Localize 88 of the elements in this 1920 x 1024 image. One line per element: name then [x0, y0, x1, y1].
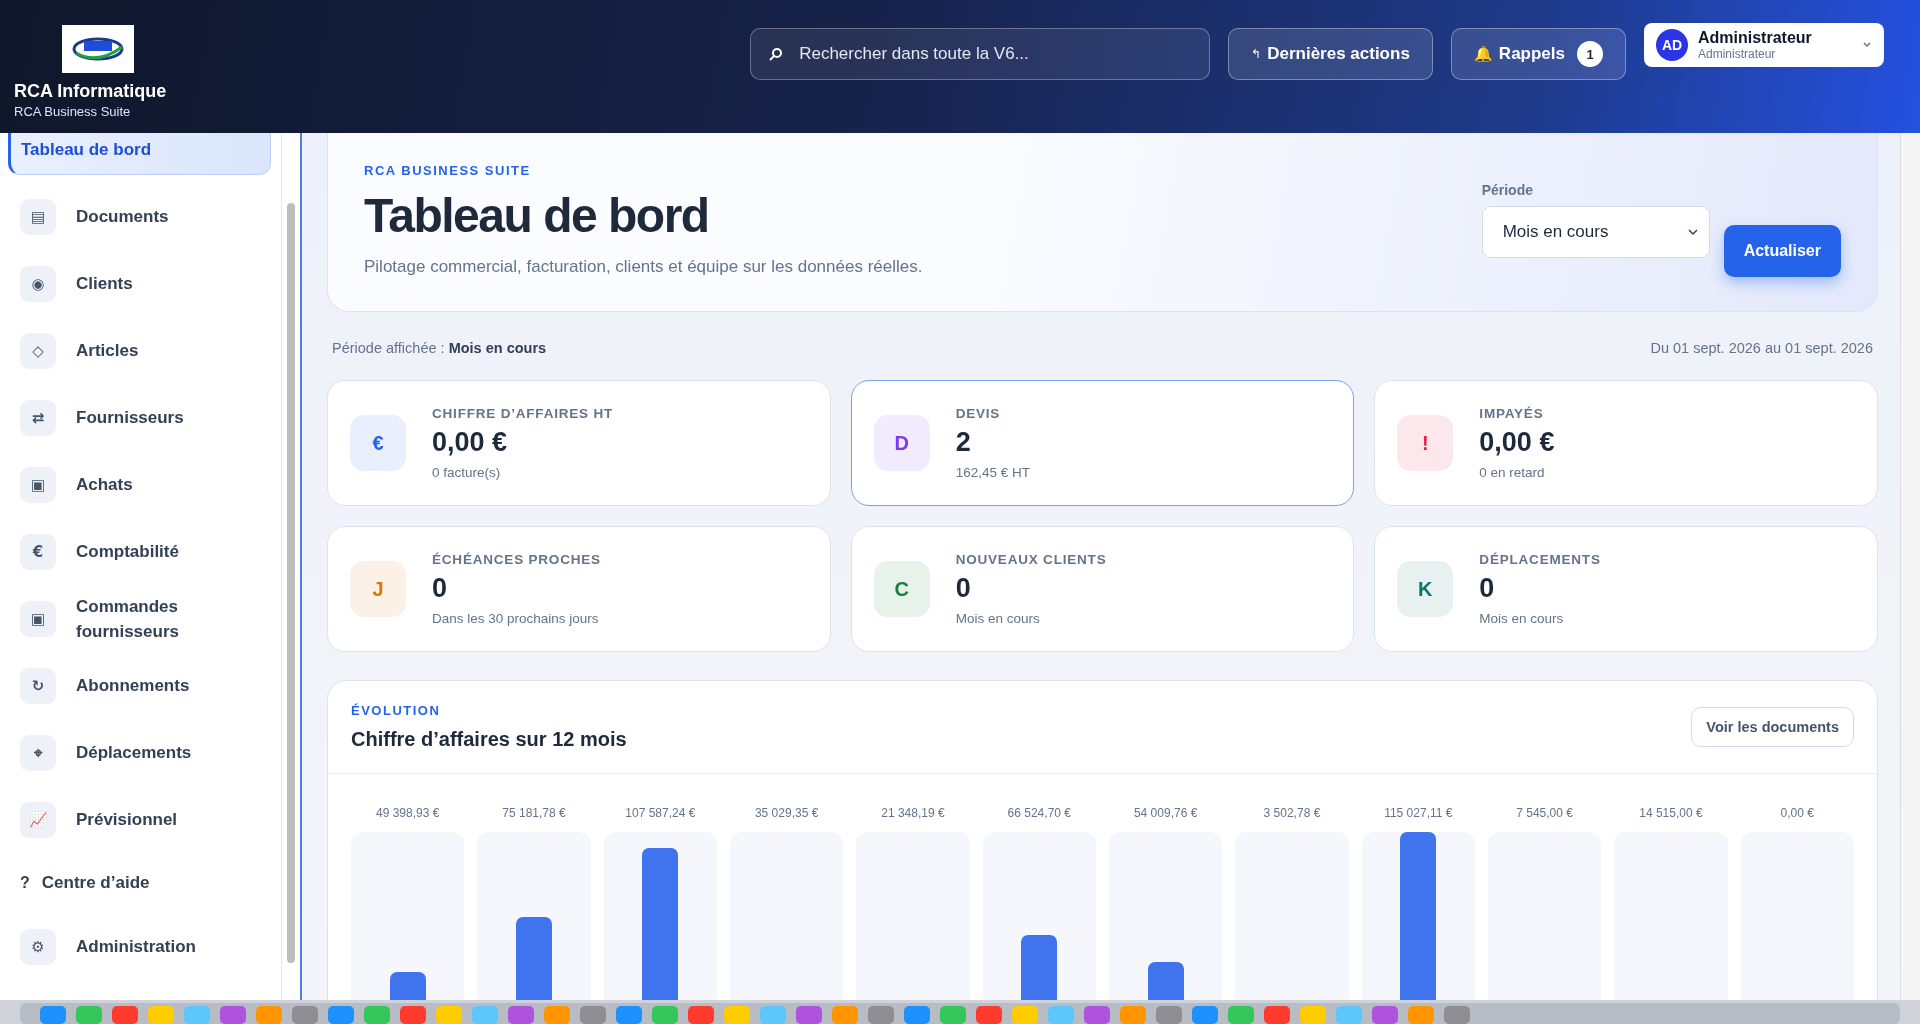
- value-label: 0,00 €: [1780, 806, 1814, 820]
- sidebar-icon: ⚙: [20, 928, 56, 965]
- reminders-button[interactable]: 🔔 Rappels 1: [1450, 28, 1626, 80]
- period-select[interactable]: Mois en cours: [1481, 206, 1710, 258]
- eyebrow-label: RCA BUSINESS SUITE: [364, 163, 532, 178]
- sidebar-item[interactable]: ⌖ Déplacements: [8, 719, 271, 786]
- value-label: 54 009,76 €: [1133, 806, 1198, 820]
- user-role: Administrateur: [1698, 47, 1777, 61]
- sidebar-icon: ▣: [20, 600, 56, 637]
- search-field[interactable]: Rechercher dans toute la V6...: [750, 28, 1211, 80]
- eyebrow-label: ÉVOLUTION: [351, 703, 442, 718]
- date-range: Du 01 sept. 2026 au 01 sept. 2026: [1650, 340, 1873, 356]
- value-label: 35 029,35 €: [754, 806, 819, 820]
- period-label: Période: [1481, 182, 1534, 198]
- chart-bar: [1147, 962, 1184, 1000]
- user-name: Administrateur: [1698, 29, 1813, 47]
- kpi-label: DÉPLACEMENTS: [1479, 552, 1601, 567]
- page-title: Tableau de bord: [364, 188, 710, 243]
- help-link[interactable]: ? Centre d’aide: [8, 853, 271, 913]
- chevron-icon: [1862, 41, 1872, 49]
- kpi-note: 162,45 € HT: [955, 465, 1030, 480]
- kpi-value: 0,00 €: [1479, 427, 1555, 458]
- kpi-note: Mois en cours: [955, 611, 1041, 626]
- sidebar-item[interactable]: ↻ Abonnements: [8, 652, 271, 719]
- kpi-label: DEVIS: [955, 406, 1002, 421]
- sidebar-icon: ▤: [20, 198, 56, 235]
- company-name: RCA Informatique: [14, 81, 168, 102]
- kpi-note: 0 facture(s): [432, 465, 502, 480]
- product-name: RCA Business Suite: [14, 104, 132, 119]
- sidebar-item[interactable]: ⇄ Fournisseurs: [8, 384, 271, 451]
- period-text: Période affichée : Mois en cours: [332, 340, 547, 356]
- kpi-value: 0: [955, 573, 972, 604]
- sidebar-item[interactable]: Tableau de bord: [8, 133, 271, 175]
- value-label: 107 587,24 €: [625, 806, 696, 820]
- sidebar-icon: ⇄: [20, 399, 56, 436]
- kpi-icon: J: [350, 561, 406, 617]
- sidebar-item[interactable]: ▤ Documents: [8, 183, 271, 250]
- value-label: 21 348,19 €: [881, 806, 945, 820]
- sidebar-icon: ◉: [20, 265, 56, 302]
- view-documents-button[interactable]: Voir les documents: [1691, 707, 1854, 747]
- search-icon: [769, 47, 784, 61]
- sidebar-icon: ◇: [20, 332, 56, 369]
- value-label: 14 515,00 €: [1639, 806, 1703, 820]
- chart-title: Chiffre d’affaires sur 12 mois: [351, 728, 627, 751]
- page-subtitle: Pilotage commercial, facturation, clients et équipe sur les données réelles.: [364, 257, 924, 277]
- sidebar-item[interactable]: ◇ Articles: [8, 317, 271, 384]
- value-label: 7 545,00 €: [1516, 806, 1573, 820]
- sidebar-item[interactable]: ◉ Clients: [8, 250, 271, 317]
- value-label: 66 524,70 €: [1007, 806, 1071, 820]
- refresh-button[interactable]: Actualiser: [1723, 225, 1841, 277]
- sidebar-item[interactable]: ▣ Achats: [8, 451, 271, 518]
- kpi-icon: !: [1397, 415, 1454, 471]
- sidebar-item[interactable]: 📈 Prévisionnel: [8, 786, 271, 853]
- sidebar-icon: ↻: [20, 667, 56, 704]
- kpi-icon: €: [350, 415, 406, 471]
- kpi-label: ÉCHÉANCES PROCHES: [432, 552, 601, 567]
- chart-bar: [389, 972, 426, 1000]
- recent-actions-button[interactable]: ↰ Dernières actions: [1228, 28, 1433, 80]
- kpi-note: 0 en retard: [1479, 465, 1546, 480]
- kpi-label: CHIFFRE D’AFFAIRES HT: [432, 406, 614, 421]
- value-label: 3 502,78 €: [1263, 806, 1321, 820]
- kpi-note: Dans les 30 prochains jours: [432, 611, 600, 626]
- sidebar-item[interactable]: € Comptabilité: [8, 518, 271, 585]
- sidebar-item[interactable]: ▣ Commandes fournisseurs: [8, 585, 271, 652]
- kpi-icon: K: [1397, 561, 1454, 617]
- kpi-value: 0: [432, 573, 449, 604]
- chart-bar: [1021, 935, 1058, 1000]
- kpi-value: 2: [955, 427, 972, 458]
- scrollbar-thumb[interactable]: [287, 203, 295, 963]
- value-label: 115 027,11 €: [1384, 806, 1453, 820]
- kpi-label: NOUVEAUX CLIENTS: [955, 552, 1107, 567]
- kpi-icon: C: [873, 561, 930, 617]
- user-avatar: AD: [1656, 29, 1688, 61]
- sidebar-icon: ⌖: [20, 734, 56, 771]
- chevron-icon: [1686, 228, 1699, 236]
- count-badge: 1: [1577, 41, 1603, 67]
- value-label: 75 181,78 €: [502, 806, 566, 820]
- sidebar-icon: ▣: [20, 466, 56, 503]
- sidebar-icon: 📈: [20, 801, 56, 838]
- kpi-value: 0: [1479, 573, 1496, 604]
- scrollbar[interactable]: [1900, 133, 1920, 1000]
- sidebar-icon: €: [20, 533, 56, 570]
- value-label: 49 398,93 €: [375, 806, 440, 820]
- sidebar-item[interactable]: ⚙ Administration: [8, 913, 271, 980]
- kpi-icon: D: [873, 415, 930, 471]
- kpi-label: IMPAYÉS: [1479, 406, 1545, 421]
- kpi-note: Mois en cours: [1479, 611, 1565, 626]
- kpi-value: 0,00 €: [432, 427, 509, 458]
